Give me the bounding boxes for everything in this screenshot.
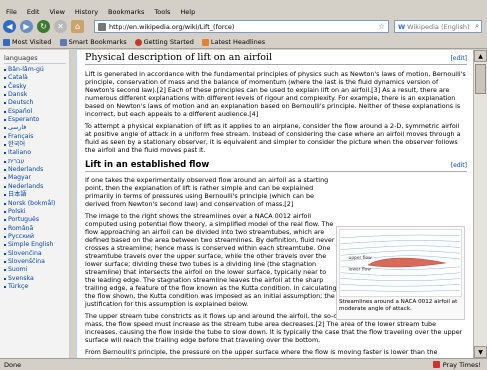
bookmark-label: Most Visited <box>12 38 52 46</box>
language-link[interactable]: Català <box>4 74 66 82</box>
search-icon[interactable]: ⌕ <box>475 22 479 31</box>
subsection-heading-text: Lift in an established flow <box>85 160 210 170</box>
paragraph-established-flow: If one takes the experimentally observed… <box>85 176 329 208</box>
scroll-up-icon[interactable]: ▲ <box>474 50 487 62</box>
subsection-heading: Lift in an established flow [edit] <box>85 160 467 172</box>
article-content: Physical description of lift on an airfo… <box>76 50 473 358</box>
addon-status-text: Pray Times! <box>442 360 481 369</box>
language-link[interactable]: Русский <box>4 233 66 241</box>
site-icon <box>98 22 106 31</box>
language-link[interactable]: Italiano <box>4 149 66 157</box>
language-link[interactable]: Suomi <box>4 266 66 274</box>
edit-link[interactable]: [edit] <box>451 162 467 169</box>
scroll-thumb[interactable] <box>475 64 486 94</box>
bookmark-label: Getting Started <box>143 38 194 46</box>
paragraph-physical-explanation: To attempt a physical explanation of lif… <box>85 122 461 154</box>
bookmarks-toolbar: Most Visited Smart Bookmarks Getting Sta… <box>0 36 487 49</box>
language-link[interactable]: Türkçe <box>4 283 66 291</box>
language-link[interactable]: Nederlands <box>4 183 66 191</box>
menu-view[interactable]: View <box>49 8 64 16</box>
language-link[interactable]: 한국어 <box>4 141 66 149</box>
streamlines-image[interactable]: upper flow lower flow <box>339 229 462 297</box>
language-link[interactable]: Dansk <box>4 91 66 99</box>
paragraph-streamlines: The image to the right shows the streaml… <box>85 212 337 308</box>
menubar: File Edit View History Bookmarks Tools H… <box>0 6 487 17</box>
language-link[interactable]: Nederlands <box>4 166 66 174</box>
airfoil-shape <box>367 257 446 268</box>
menu-bookmarks[interactable]: Bookmarks <box>108 8 144 16</box>
upper-flow-label: upper flow <box>349 255 373 261</box>
language-link[interactable]: Česky <box>4 83 66 91</box>
status-bar: Done Pray Times! <box>0 358 487 370</box>
bookmark-most-visited[interactable]: Most Visited <box>3 38 52 46</box>
language-link[interactable]: Português <box>4 216 66 224</box>
url-text: http://en.wikipedia.org/wiki/Lift_(force… <box>109 22 235 31</box>
menu-file[interactable]: File <box>6 8 17 16</box>
prayer-times-icon <box>432 361 440 368</box>
languages-sidebar: languages Bân-lâm-gú Català Česky Dansk Deut… <box>0 50 70 358</box>
search-input[interactable]: W Wikipedia (English) ⌕ <box>394 20 482 33</box>
menu-edit[interactable]: Edit <box>27 8 40 16</box>
section-heading-text: Physical description of lift on an airfo… <box>85 52 273 63</box>
language-link[interactable]: Esperanto <box>4 116 66 124</box>
back-icon[interactable]: ◀ <box>3 20 16 33</box>
paragraph-lift-principles: Lift is generated in accordance with the… <box>85 70 466 118</box>
bookmark-star-icon[interactable]: ☆ <box>378 22 385 31</box>
languages-list: Bân-lâm-gú Català Česky Dansk Deutsch Español… <box>4 66 66 291</box>
lower-flow-label: lower flow <box>349 267 372 273</box>
languages-heading: languages <box>4 54 66 64</box>
menu-history[interactable]: History <box>75 8 98 16</box>
firefox-icon <box>134 38 142 46</box>
navigation-toolbar: ◀ ▶ ↻ ✕ ⌂ http://en.wikipedia.org/wiki/L… <box>0 17 487 36</box>
language-link[interactable]: فارسی <box>4 124 66 132</box>
language-link[interactable]: Magyar <box>4 174 66 182</box>
home-icon[interactable]: ⌂ <box>71 20 84 33</box>
bookmark-latest-headlines[interactable]: Latest Headlines <box>201 38 266 46</box>
vertical-scrollbar[interactable]: ▲ ▼ <box>473 50 487 358</box>
stop-icon[interactable]: ✕ <box>54 20 67 33</box>
bookmark-getting-started[interactable]: Getting Started <box>134 38 194 46</box>
folder-icon <box>59 38 67 46</box>
language-link[interactable]: Norsk (bokmål) <box>4 200 66 208</box>
language-link[interactable]: Svenska <box>4 275 66 283</box>
url-bar[interactable]: http://en.wikipedia.org/wiki/Lift_(force… <box>94 20 389 33</box>
figure-caption: Streamlines around a NACA 0012 airfoil a… <box>339 299 458 312</box>
language-link[interactable]: 日本語 <box>4 191 66 199</box>
folder-icon <box>3 38 10 46</box>
rss-icon <box>201 38 209 46</box>
language-link[interactable]: עברית <box>4 158 66 166</box>
language-link[interactable]: Español <box>4 108 66 116</box>
reload-icon[interactable]: ↻ <box>37 20 50 33</box>
language-link[interactable]: Slovenčina <box>4 250 66 258</box>
edit-link[interactable]: [edit] <box>451 55 467 62</box>
section-heading: Physical description of lift on an airfo… <box>85 52 467 65</box>
scroll-down-icon[interactable]: ▼ <box>474 346 487 358</box>
language-link[interactable]: Slovenščina <box>4 258 66 266</box>
menu-help[interactable]: Help <box>180 8 195 16</box>
language-link[interactable]: Deutsch <box>4 99 66 107</box>
status-text: Done <box>4 360 22 369</box>
addon-status[interactable]: Pray Times! <box>432 360 481 369</box>
forward-icon[interactable]: ▶ <box>20 20 33 33</box>
menu-tools[interactable]: Tools <box>154 8 170 16</box>
language-link[interactable]: Français <box>4 133 66 141</box>
paragraph-bernoulli: From Bernoulli's principle, the pressure… <box>85 348 438 358</box>
bookmark-label: Smart Bookmarks <box>68 38 127 46</box>
language-link[interactable]: Simple English <box>4 241 66 249</box>
airfoil-figure: upper flow lower flow Streamlines around… <box>336 226 465 320</box>
search-placeholder: Wikipedia (English) <box>407 22 470 31</box>
bookmark-smart-bookmarks[interactable]: Smart Bookmarks <box>59 38 127 46</box>
search-engine-icon[interactable]: W <box>398 23 405 31</box>
language-link[interactable]: Polski <box>4 208 66 216</box>
bookmark-label: Latest Headlines <box>210 38 266 46</box>
language-link[interactable]: Română <box>4 225 66 233</box>
